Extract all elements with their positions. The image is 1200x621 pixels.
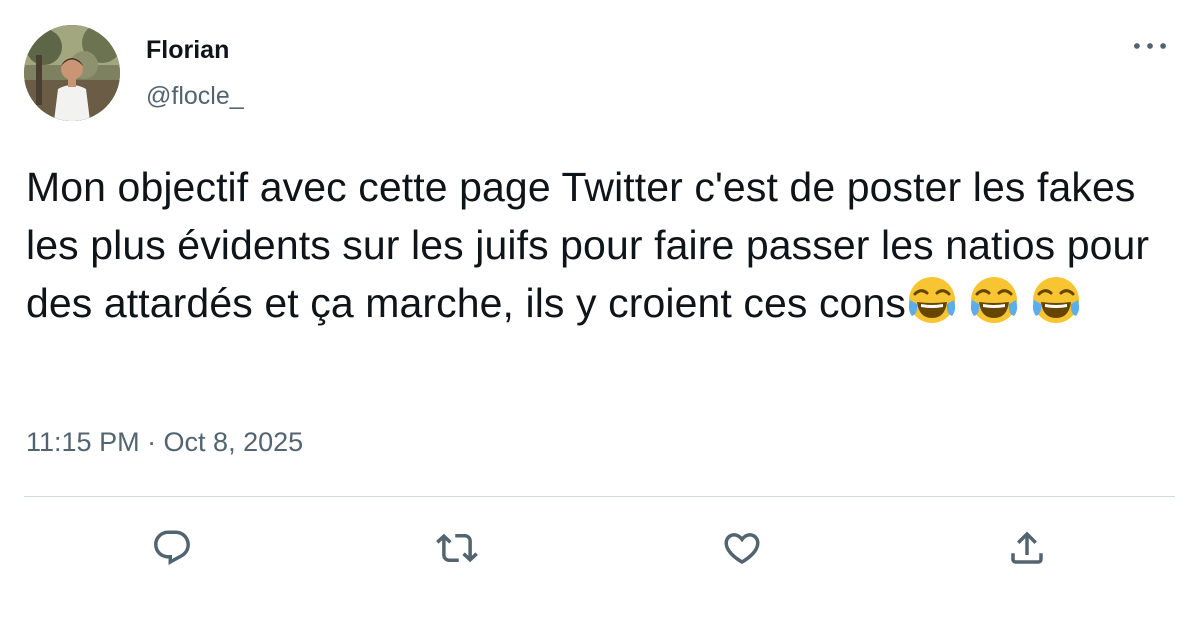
avatar-photo	[24, 25, 120, 121]
display-name[interactable]: Florian	[146, 36, 229, 65]
more-options-button[interactable]	[1128, 28, 1172, 64]
share-icon	[1011, 531, 1043, 564]
divider	[24, 496, 1175, 497]
more-horizontal-icon	[1134, 43, 1166, 49]
share-button[interactable]	[1003, 524, 1051, 572]
avatar[interactable]	[24, 25, 120, 121]
reply-button[interactable]	[148, 524, 196, 572]
tweet-timestamp[interactable]: 11:15 PM · Oct 8, 2025	[26, 427, 303, 458]
reply-icon	[154, 530, 190, 565]
heart-icon	[724, 533, 760, 565]
tweet-card: Florian @flocle_ Mon objectif avec cette…	[0, 0, 1200, 621]
face-with-tears-of-joy-icon	[906, 274, 958, 326]
face-with-tears-of-joy-icon	[968, 274, 1020, 326]
user-handle[interactable]: @flocle_	[146, 82, 244, 111]
retweet-icon	[436, 533, 478, 563]
retweet-button[interactable]	[433, 524, 481, 572]
face-with-tears-of-joy-icon	[1030, 274, 1082, 326]
like-button[interactable]	[718, 524, 766, 572]
tweet-text: Mon objectif avec cette page Twitter c'e…	[26, 158, 1176, 332]
